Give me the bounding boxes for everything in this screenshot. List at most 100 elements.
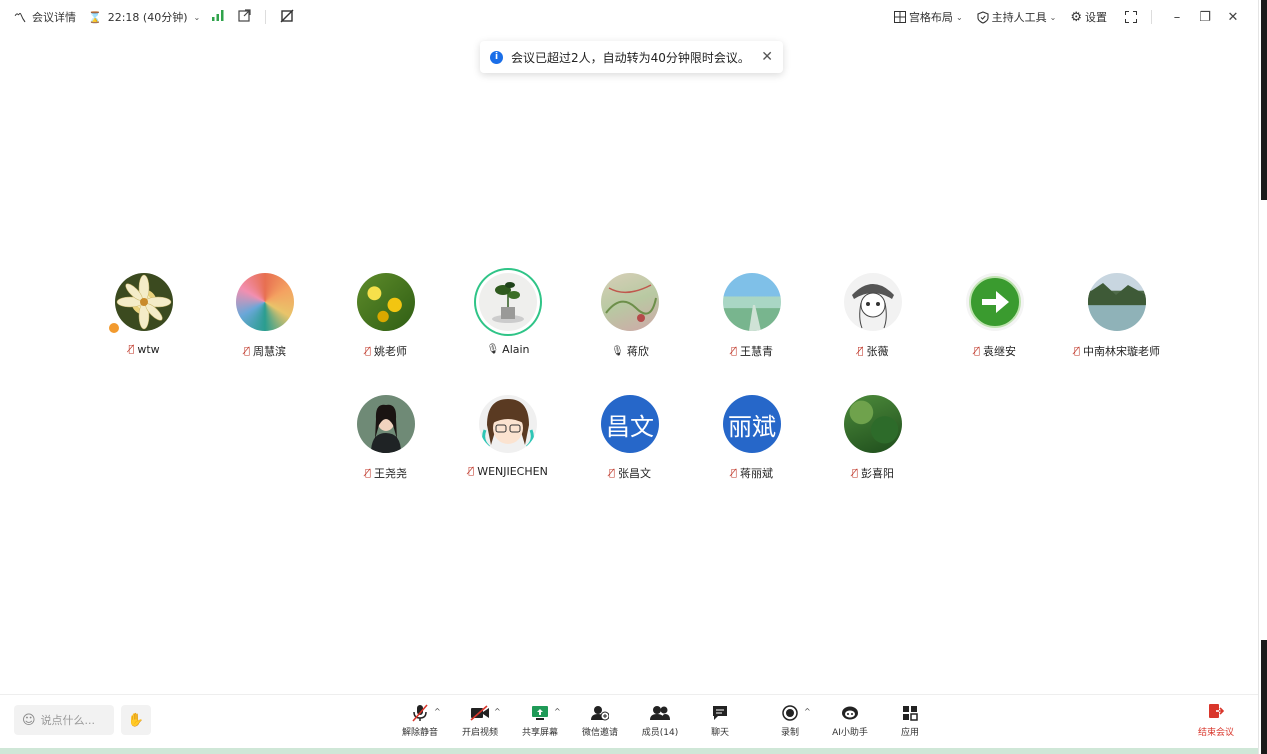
mic-muted-icon: 🎙̸ xyxy=(243,345,250,357)
wechat-invite-label: 微信邀请 xyxy=(581,728,618,738)
avatar xyxy=(357,395,415,453)
participant-tile[interactable]: 🎙̸ 王慧青 xyxy=(692,273,812,359)
avatar xyxy=(236,273,294,331)
participant-name: 蒋欣 xyxy=(626,345,649,358)
chevron-up-icon[interactable]: ^ xyxy=(554,707,561,716)
apps-grid-icon xyxy=(902,703,918,723)
participant-tile[interactable]: 🎙̸ 王尧尧 xyxy=(326,395,446,481)
chevron-down-icon: ⌄ xyxy=(1049,12,1057,22)
host-tools-button[interactable]: 主持人工具 ⌄ xyxy=(977,9,1057,25)
participant-tile[interactable]: 🎙̸ 张薇 xyxy=(813,273,933,359)
share-screen-label: 共享屏幕 xyxy=(521,728,558,738)
end-meeting-label: 结束会议 xyxy=(1198,728,1235,738)
participant-name: WENJIECHEN xyxy=(477,465,548,478)
divider xyxy=(1151,10,1152,24)
mic-muted-icon xyxy=(412,703,428,723)
mic-muted-icon: 🎙̸ xyxy=(608,467,615,479)
mic-on-icon: 🎙 xyxy=(611,345,624,357)
chevron-up-icon[interactable]: ^ xyxy=(804,707,811,716)
participant-tile[interactable]: 🎙̸ 姚老师 xyxy=(326,273,446,359)
popout-icon[interactable] xyxy=(238,9,251,25)
layout-button[interactable]: 宫格布局 ⌄ xyxy=(893,9,963,25)
participant-tile[interactable]: 🎙̸ 中南林宋璇老师 xyxy=(1057,273,1177,359)
meeting-timer[interactable]: 22:18 (40分钟) xyxy=(108,9,188,25)
hourglass-icon: ⌛ xyxy=(88,10,102,24)
participant-tile[interactable]: 🎙̸ 彭喜阳 xyxy=(813,395,933,481)
apps-label: 应用 xyxy=(900,728,919,738)
signal-icon[interactable] xyxy=(212,10,224,24)
unmute-button[interactable]: 解除静音 ^ xyxy=(392,703,448,738)
restore-icon[interactable]: ❐ xyxy=(1194,10,1216,25)
share-screen-button[interactable]: 共享屏幕 ^ xyxy=(512,703,568,738)
participant-name: 中南林宋璇老师 xyxy=(1083,345,1160,358)
raise-hand-button[interactable]: ✋ xyxy=(121,705,151,735)
ai-assistant-label: AI小助手 xyxy=(832,728,868,738)
mic-on-icon: 🎙 xyxy=(486,344,500,355)
participant-name: 彭喜阳 xyxy=(861,467,894,480)
meeting-details-link[interactable]: 会议详情 xyxy=(32,9,76,25)
start-video-button[interactable]: 开启视频 ^ xyxy=(452,703,508,738)
record-button[interactable]: 录制 ^ xyxy=(762,703,818,738)
ai-assistant-button[interactable]: AI小助手 xyxy=(822,703,878,738)
chevron-down-icon[interactable]: ⌄ xyxy=(194,13,201,22)
participant-name: 姚老师 xyxy=(374,345,407,358)
mic-muted-icon: 🎙̸ xyxy=(364,467,371,479)
fullscreen-icon[interactable] xyxy=(1125,11,1137,23)
host-badge-icon xyxy=(107,321,121,335)
avatar xyxy=(479,395,537,453)
mic-muted-icon: 🎙̸ xyxy=(730,467,737,479)
participant-tile[interactable]: 🎙 蒋欣 xyxy=(570,273,690,359)
app-logo-icon: 〽 xyxy=(14,10,27,25)
minimize-icon[interactable]: – xyxy=(1166,10,1188,25)
grid-icon xyxy=(893,11,906,23)
participant-name: 王尧尧 xyxy=(374,467,407,480)
close-icon[interactable]: ✕ xyxy=(1222,10,1244,25)
participant-tile[interactable]: 丽斌 🎙̸ 蒋丽斌 xyxy=(692,395,812,481)
layout-label: 宫格布局 xyxy=(908,11,953,24)
participant-tile[interactable]: 昌文 🎙̸ 张昌文 xyxy=(570,395,690,481)
avatar: 昌文 xyxy=(601,395,659,453)
participant-tile[interactable]: 🎙̸ WENJIECHEN xyxy=(448,395,568,478)
record-icon xyxy=(782,703,798,723)
unmute-label: 解除静音 xyxy=(401,728,438,738)
wechat-invite-button[interactable]: 微信邀请 xyxy=(572,703,628,738)
no-recording-icon[interactable] xyxy=(280,9,294,26)
background-window xyxy=(1261,0,1267,200)
participant-name: 张昌文 xyxy=(618,467,651,480)
participant-tile[interactable]: 🎙 Alain xyxy=(448,273,568,356)
host-tools-label: 主持人工具 xyxy=(991,11,1047,24)
hand-icon: ✋ xyxy=(127,712,145,728)
apps-button[interactable]: 应用 xyxy=(882,703,938,738)
chat-button[interactable]: 聊天 xyxy=(692,703,748,738)
record-label: 录制 xyxy=(780,728,799,738)
robot-icon xyxy=(841,703,859,723)
start-video-label: 开启视频 xyxy=(461,728,498,738)
settings-button[interactable]: ⚙ 设置 xyxy=(1070,9,1107,25)
mic-muted-icon: 🎙̸ xyxy=(857,345,864,357)
camera-off-icon xyxy=(470,703,490,723)
toast-message: 会议已超过2人，自动转为40分钟限时会议。 xyxy=(511,50,750,65)
chat-label: 聊天 xyxy=(710,728,729,738)
title-bar: 〽 会议详情 ⌛ 22:18 (40分钟) ⌄ 宫格布局 ⌄ 主持人工具 ⌄ ⚙… xyxy=(0,0,1258,34)
close-icon[interactable]: ✕ xyxy=(761,49,773,65)
avatar xyxy=(966,273,1024,331)
participant-name: 周慧滨 xyxy=(253,345,286,358)
members-button[interactable]: 成员(14) xyxy=(632,703,688,738)
chevron-up-icon[interactable]: ^ xyxy=(434,707,441,716)
participant-tile[interactable]: 🎙̸ 袁继安 xyxy=(935,273,1055,359)
chat-input[interactable]: ☺ 说点什么... xyxy=(14,705,114,735)
mic-muted-icon: 🎙̸ xyxy=(364,345,371,357)
avatar xyxy=(723,273,781,331)
divider xyxy=(265,10,267,24)
participant-name: 蒋丽斌 xyxy=(740,467,773,480)
chevron-up-icon[interactable]: ^ xyxy=(494,707,501,716)
participant-name: wtw xyxy=(137,343,160,356)
end-meeting-button[interactable]: 结束会议 xyxy=(1198,703,1234,738)
chat-icon xyxy=(711,703,729,723)
mic-muted-icon: 🎙̸ xyxy=(973,345,980,357)
participant-tile[interactable]: 🎙̸ wtw xyxy=(84,273,204,356)
participant-tile[interactable]: 🎙̸ 周慧滨 xyxy=(205,273,325,359)
gear-icon: ⚙ xyxy=(1070,9,1082,25)
exit-icon xyxy=(1208,703,1225,723)
info-icon: i xyxy=(490,50,503,64)
